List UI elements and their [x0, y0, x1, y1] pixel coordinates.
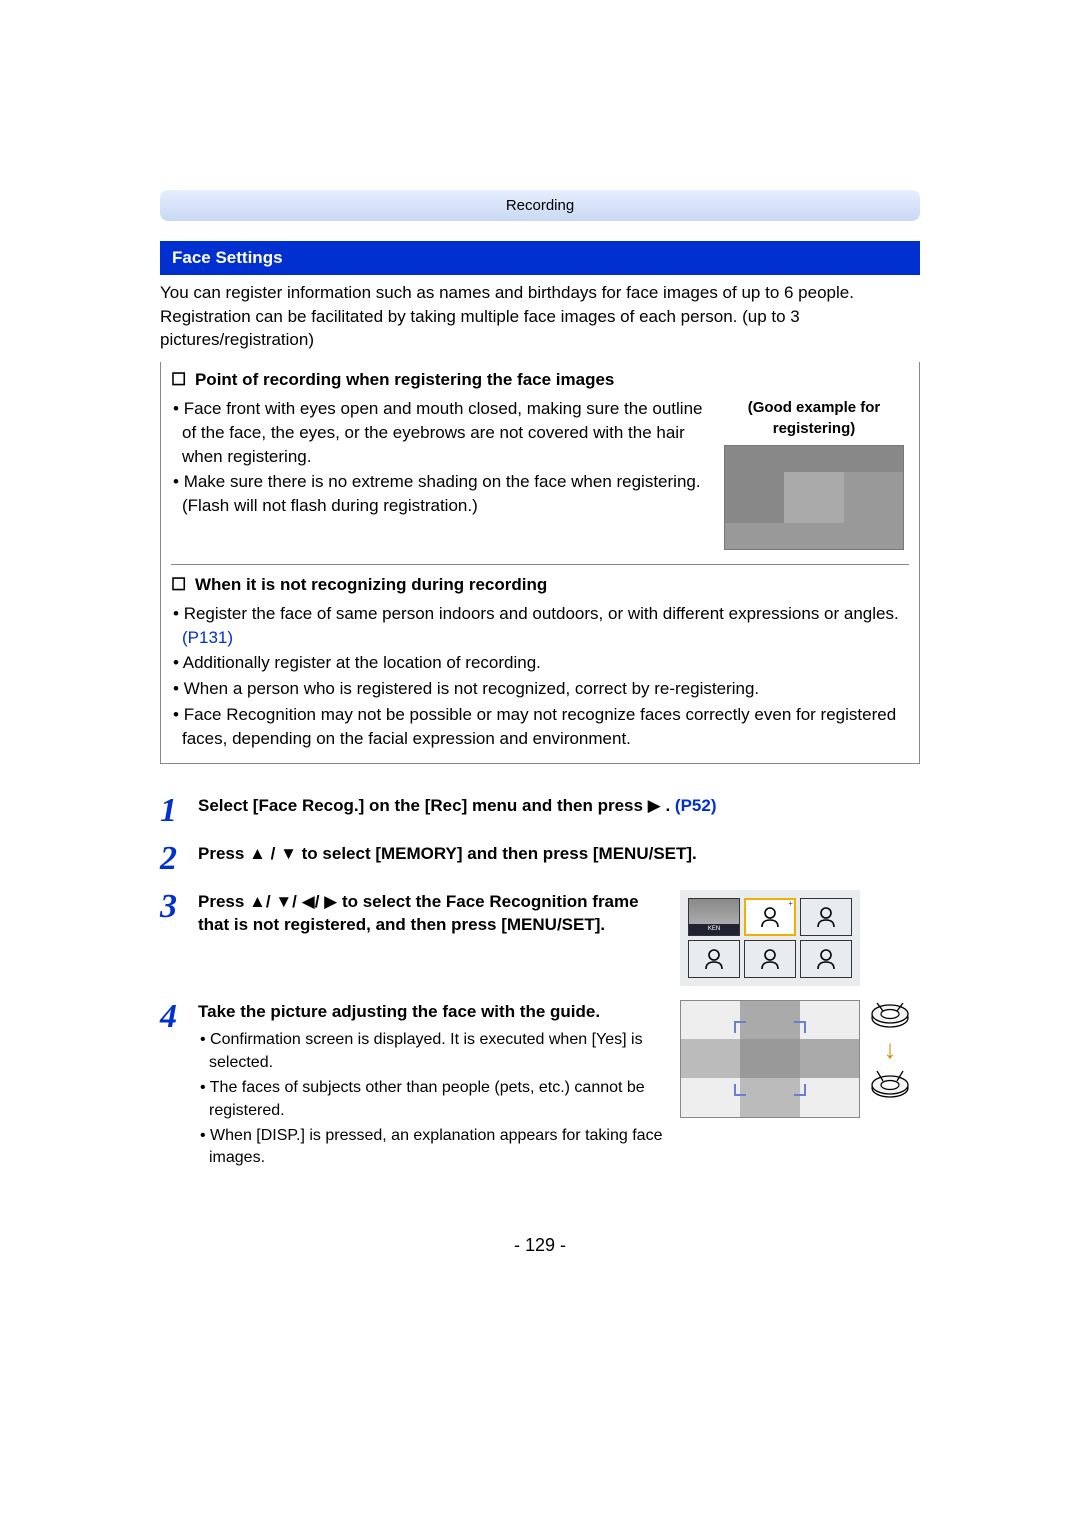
list-item: Make sure there is no extreme shading on…	[173, 470, 705, 518]
page-number: - 129 -	[160, 1233, 920, 1258]
person-icon	[760, 906, 780, 928]
point-of-recording-list: Face front with eyes open and mouth clos…	[171, 397, 705, 518]
list-item: Face Recognition may not be possible or …	[173, 703, 909, 751]
subhead-point-of-recording: Point of recording when registering the …	[171, 362, 909, 392]
step-3: 3 Press ▲/ ▼/ ◀/ ▶ to select the Face Re…	[160, 890, 920, 986]
list-item: Face front with eyes open and mouth clos…	[173, 397, 705, 468]
right-arrow-icon: ▶	[648, 796, 661, 815]
info-box: Point of recording when registering the …	[160, 362, 920, 763]
down-arrow-icon: ↓	[884, 1036, 897, 1062]
step-text: /	[271, 844, 276, 863]
face-recognition-grid: KEN	[680, 890, 860, 986]
step-number: 3	[160, 890, 184, 924]
up-arrow-icon: ▲	[249, 892, 266, 911]
list-item: The faces of subjects other than people …	[200, 1077, 668, 1122]
person-icon	[816, 906, 836, 928]
step4-figure: ↓	[680, 1000, 920, 1118]
step-4: 4 Take the picture adjusting the face wi…	[160, 1000, 920, 1173]
list-item: Register the face of same person indoors…	[173, 602, 909, 650]
good-example-area: (Good example for registering)	[719, 397, 909, 556]
step-body: Select [Face Recog.] on the [Rec] menu a…	[198, 794, 920, 818]
camera-guide-screen	[680, 1000, 860, 1118]
face-slot-selected	[744, 898, 796, 936]
step-2: 2 Press ▲ / ▼ to select [MEMORY] and the…	[160, 842, 920, 876]
down-arrow-icon: ▼	[280, 844, 297, 863]
step-1: 1 Select [Face Recog.] on the [Rec] menu…	[160, 794, 920, 828]
step-text: Press	[198, 892, 249, 911]
shutter-sequence: ↓	[868, 1000, 912, 1098]
step3-figure: KEN	[680, 890, 920, 986]
list-item: When [DISP.] is pressed, an explanation …	[200, 1125, 668, 1170]
person-icon	[704, 948, 724, 970]
intro-text: You can register information such as nam…	[160, 281, 920, 352]
list-text: Register the face of same person indoors…	[184, 604, 899, 623]
step-title: Take the picture adjusting the face with…	[198, 1002, 600, 1021]
step-text: Press	[198, 844, 249, 863]
up-arrow-icon: ▲	[249, 844, 266, 863]
list-item: Additionally register at the location of…	[173, 651, 909, 675]
page-link[interactable]: (P131)	[182, 628, 233, 647]
section-title-bar: Face Settings	[160, 241, 920, 275]
step-text: .	[665, 796, 674, 815]
list-item: When a person who is registered is not r…	[173, 677, 909, 701]
step-text: to select [MEMORY] and then press [MENU/…	[302, 844, 697, 863]
step-body: Take the picture adjusting the face with…	[198, 1000, 668, 1173]
step-body: Press ▲ / ▼ to select [MEMORY] and then …	[198, 842, 920, 866]
list-item: Confirmation screen is displayed. It is …	[200, 1029, 668, 1074]
step-text: Select [Face Recog.] on the [Rec] menu a…	[198, 796, 648, 815]
ken-label: KEN	[689, 924, 739, 934]
down-arrow-icon: ▼	[275, 892, 292, 911]
shutter-half-press-icon	[868, 1000, 912, 1030]
person-icon	[816, 948, 836, 970]
face-slot-ken: KEN	[688, 898, 740, 936]
face-slot	[688, 940, 740, 978]
page-link[interactable]: (P52)	[675, 796, 717, 815]
good-example-image	[724, 445, 904, 550]
person-icon	[760, 948, 780, 970]
step-number: 1	[160, 794, 184, 828]
step-number: 4	[160, 1000, 184, 1034]
step-number: 2	[160, 842, 184, 876]
step-body: Press ▲/ ▼/ ◀/ ▶ to select the Face Reco…	[198, 890, 668, 938]
face-slot	[800, 898, 852, 936]
face-slot	[744, 940, 796, 978]
not-recognizing-list: Register the face of same person indoors…	[171, 602, 909, 751]
good-example-label: (Good example for registering)	[719, 397, 909, 439]
left-arrow-icon: ◀	[302, 892, 315, 911]
header-tab: Recording	[160, 190, 920, 221]
face-slot	[800, 940, 852, 978]
right-arrow-icon: ▶	[324, 892, 337, 911]
shutter-full-press-icon	[868, 1068, 912, 1098]
subhead-not-recognizing: When it is not recognizing during record…	[171, 564, 909, 597]
face-guide-frame	[734, 1021, 805, 1095]
step4-bullets: Confirmation screen is displayed. It is …	[198, 1029, 668, 1169]
